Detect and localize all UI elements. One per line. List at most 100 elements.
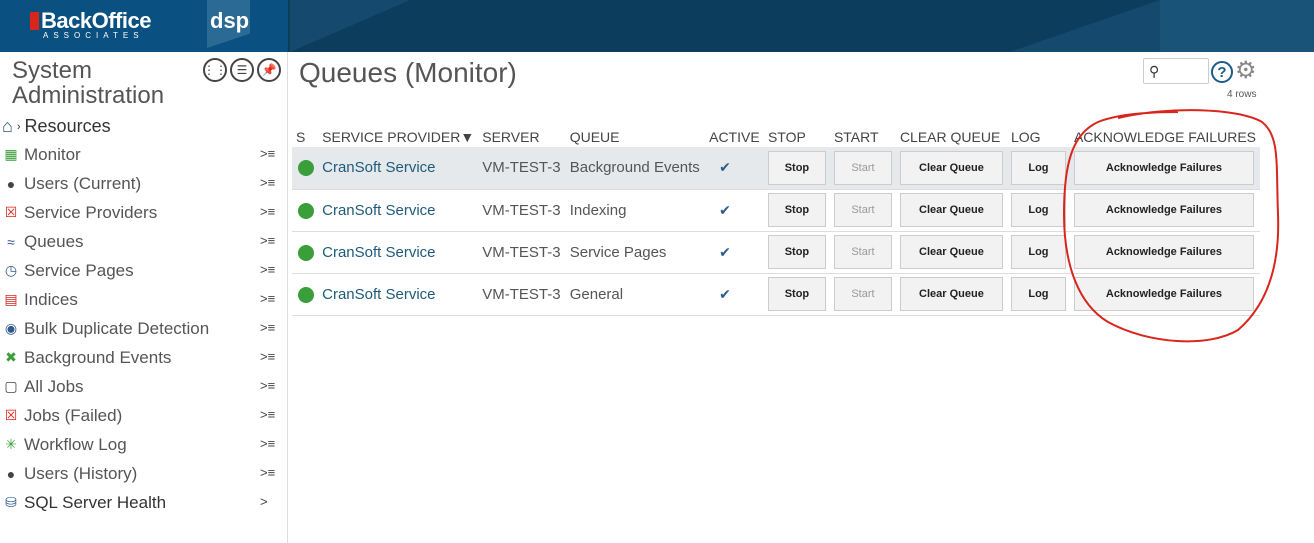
sidebar-toolbar: ⋮⋮ ☰ 📌	[203, 58, 281, 82]
database-icon: ⛁	[5, 494, 17, 510]
backoffice-logo-sub: ASSOCIATES	[43, 31, 144, 40]
start-button[interactable]: Start	[833, 235, 892, 269]
indices-icon: ▤	[4, 291, 18, 307]
active-check-icon: ✔	[719, 201, 731, 218]
stop-button[interactable]: Stop	[767, 277, 826, 311]
queue-cell: Background Events	[565, 147, 706, 190]
list-view-icon[interactable]: ☰	[230, 58, 254, 82]
sidebar-item-service-pages[interactable]: ◷ Service Pages >≡	[0, 256, 288, 285]
search-input[interactable]	[1166, 61, 1206, 81]
help-icon[interactable]: ?	[1211, 61, 1233, 83]
col-clear-queue: CLEAR QUEUE	[899, 129, 1001, 145]
clear-queue-button[interactable]: Clear Queue	[899, 193, 1003, 227]
status-ok-icon	[298, 286, 314, 303]
expand-icon[interactable]: >≡	[260, 436, 275, 451]
breadcrumb[interactable]: ⌂ › Resources	[2, 116, 111, 137]
acknowledge-failures-button[interactable]: Acknowledge Failures	[1073, 235, 1254, 269]
server-cell: VM-TEST-3	[478, 189, 566, 232]
status-ok-icon	[298, 160, 314, 177]
expand-icon[interactable]: >≡	[260, 204, 275, 219]
expand-icon[interactable]: >≡	[260, 465, 275, 480]
log-button[interactable]: Log	[1010, 150, 1066, 185]
service-providers-icon: ☒	[4, 204, 18, 220]
queues-icon: ≈	[7, 233, 15, 250]
start-button[interactable]: Start	[833, 150, 892, 185]
queue-cell: Indexing	[565, 189, 706, 232]
sidebar-item-all-jobs[interactable]: ▢ All Jobs >≡	[0, 372, 288, 401]
col-active[interactable]: ACTIVE	[705, 127, 764, 147]
user-history-icon: ●	[6, 465, 16, 482]
pin-icon[interactable]: 📌	[257, 58, 281, 82]
acknowledge-failures-button[interactable]: Acknowledge Failures	[1073, 150, 1254, 185]
sidebar-item-users-current[interactable]: ● Users (Current) >≡	[0, 169, 288, 198]
active-check-icon: ✔	[719, 159, 731, 176]
monitor-icon: ▦	[4, 146, 18, 162]
gear-icon[interactable]: ⚙	[1235, 58, 1257, 84]
log-button[interactable]: Log	[1010, 235, 1066, 269]
clipboard-icon: ▢	[4, 378, 18, 394]
clear-queue-button[interactable]: Clear Queue	[899, 150, 1003, 185]
service-provider-link[interactable]: CranSoft Service	[322, 244, 435, 261]
expand-icon[interactable]: >≡	[260, 407, 275, 422]
sidebar-item-background-events[interactable]: ✖ Background Events >≡	[0, 343, 288, 372]
stop-button[interactable]: Stop	[767, 235, 826, 269]
log-button[interactable]: Log	[1010, 193, 1066, 227]
expand-icon[interactable]: >≡	[260, 378, 275, 393]
server-cell: VM-TEST-3	[478, 231, 566, 274]
sidebar-item-service-providers[interactable]: ☒ Service Providers >≡	[0, 198, 288, 227]
chevron-right-icon[interactable]: >	[260, 494, 268, 509]
acknowledge-failures-button[interactable]: Acknowledge Failures	[1073, 193, 1254, 227]
expand-icon[interactable]: >≡	[260, 233, 275, 248]
grid-view-icon[interactable]: ⋮⋮	[203, 58, 227, 82]
sidebar-item-workflow-log[interactable]: ✳ Workflow Log >≡	[0, 430, 288, 459]
expand-icon[interactable]: >≡	[260, 175, 275, 190]
search-box[interactable]: ⚲	[1143, 58, 1209, 84]
sidebar-item-jobs-failed[interactable]: ☒ Jobs (Failed) >≡	[0, 401, 288, 430]
acknowledge-failures-button[interactable]: Acknowledge Failures	[1073, 277, 1254, 311]
table-row[interactable]: CranSoft Service VM-TEST-3 General ✔ Sto…	[292, 273, 1260, 316]
col-service-provider[interactable]: SERVICE PROVIDER▼	[318, 127, 478, 147]
service-provider-link[interactable]: CranSoft Service	[322, 286, 435, 303]
expand-icon[interactable]: >≡	[260, 320, 275, 335]
table-row[interactable]: CranSoft Service VM-TEST-3 Service Pages…	[292, 231, 1260, 274]
sidebar-item-users-history[interactable]: ● Users (History) >≡	[0, 459, 288, 488]
col-queue[interactable]: QUEUE	[566, 127, 705, 147]
table-row[interactable]: CranSoft Service VM-TEST-3 Background Ev…	[292, 147, 1260, 190]
dsp-logo[interactable]: dsp	[210, 8, 249, 34]
stop-button[interactable]: Stop	[767, 193, 826, 227]
stop-button[interactable]: Stop	[767, 150, 826, 185]
expand-icon[interactable]: >≡	[260, 349, 275, 364]
queues-table: S SERVICE PROVIDER▼ SERVER QUEUE ACTIVE …	[292, 127, 1260, 316]
sidebar-item-sql-server-health[interactable]: ⛁ SQL Server Health >	[0, 488, 288, 517]
expand-icon[interactable]: >≡	[260, 262, 275, 277]
clear-queue-button[interactable]: Clear Queue	[899, 235, 1003, 269]
queue-cell: Service Pages	[565, 231, 706, 274]
col-status[interactable]: S	[292, 127, 318, 147]
service-provider-link[interactable]: CranSoft Service	[322, 159, 435, 176]
service-provider-link[interactable]: CranSoft Service	[322, 202, 435, 219]
queue-cell: General	[565, 273, 706, 316]
breadcrumb-resources: Resources	[24, 116, 111, 136]
active-check-icon: ✔	[719, 285, 731, 302]
sidebar-item-queues[interactable]: ≈ Queues >≡	[0, 227, 288, 256]
clock-icon: ◷	[4, 262, 18, 278]
workflow-icon: ✳	[5, 436, 17, 452]
log-button[interactable]: Log	[1010, 277, 1066, 311]
table-row[interactable]: CranSoft Service VM-TEST-3 Indexing ✔ St…	[292, 189, 1260, 232]
failed-jobs-icon: ☒	[4, 407, 18, 423]
duplicate-icon: ◉	[4, 320, 18, 336]
tools-icon: ✖	[5, 349, 17, 365]
sidebar-item-monitor[interactable]: ▦ Monitor >≡	[0, 140, 288, 169]
server-cell: VM-TEST-3	[478, 273, 566, 316]
col-server[interactable]: SERVER	[478, 127, 565, 147]
clear-queue-button[interactable]: Clear Queue	[899, 277, 1003, 311]
start-button[interactable]: Start	[833, 277, 892, 311]
sidebar-item-indices[interactable]: ▤ Indices >≡	[0, 285, 288, 314]
status-ok-icon	[298, 244, 314, 261]
start-button[interactable]: Start	[833, 193, 892, 227]
expand-icon[interactable]: >≡	[260, 291, 275, 306]
expand-icon[interactable]: >≡	[260, 146, 275, 161]
sidebar-item-bulk-duplicate[interactable]: ◉ Bulk Duplicate Detection >≡	[0, 314, 288, 343]
top-header: BackOffice ASSOCIATES dsp	[0, 0, 1314, 52]
col-start: START	[833, 129, 879, 145]
